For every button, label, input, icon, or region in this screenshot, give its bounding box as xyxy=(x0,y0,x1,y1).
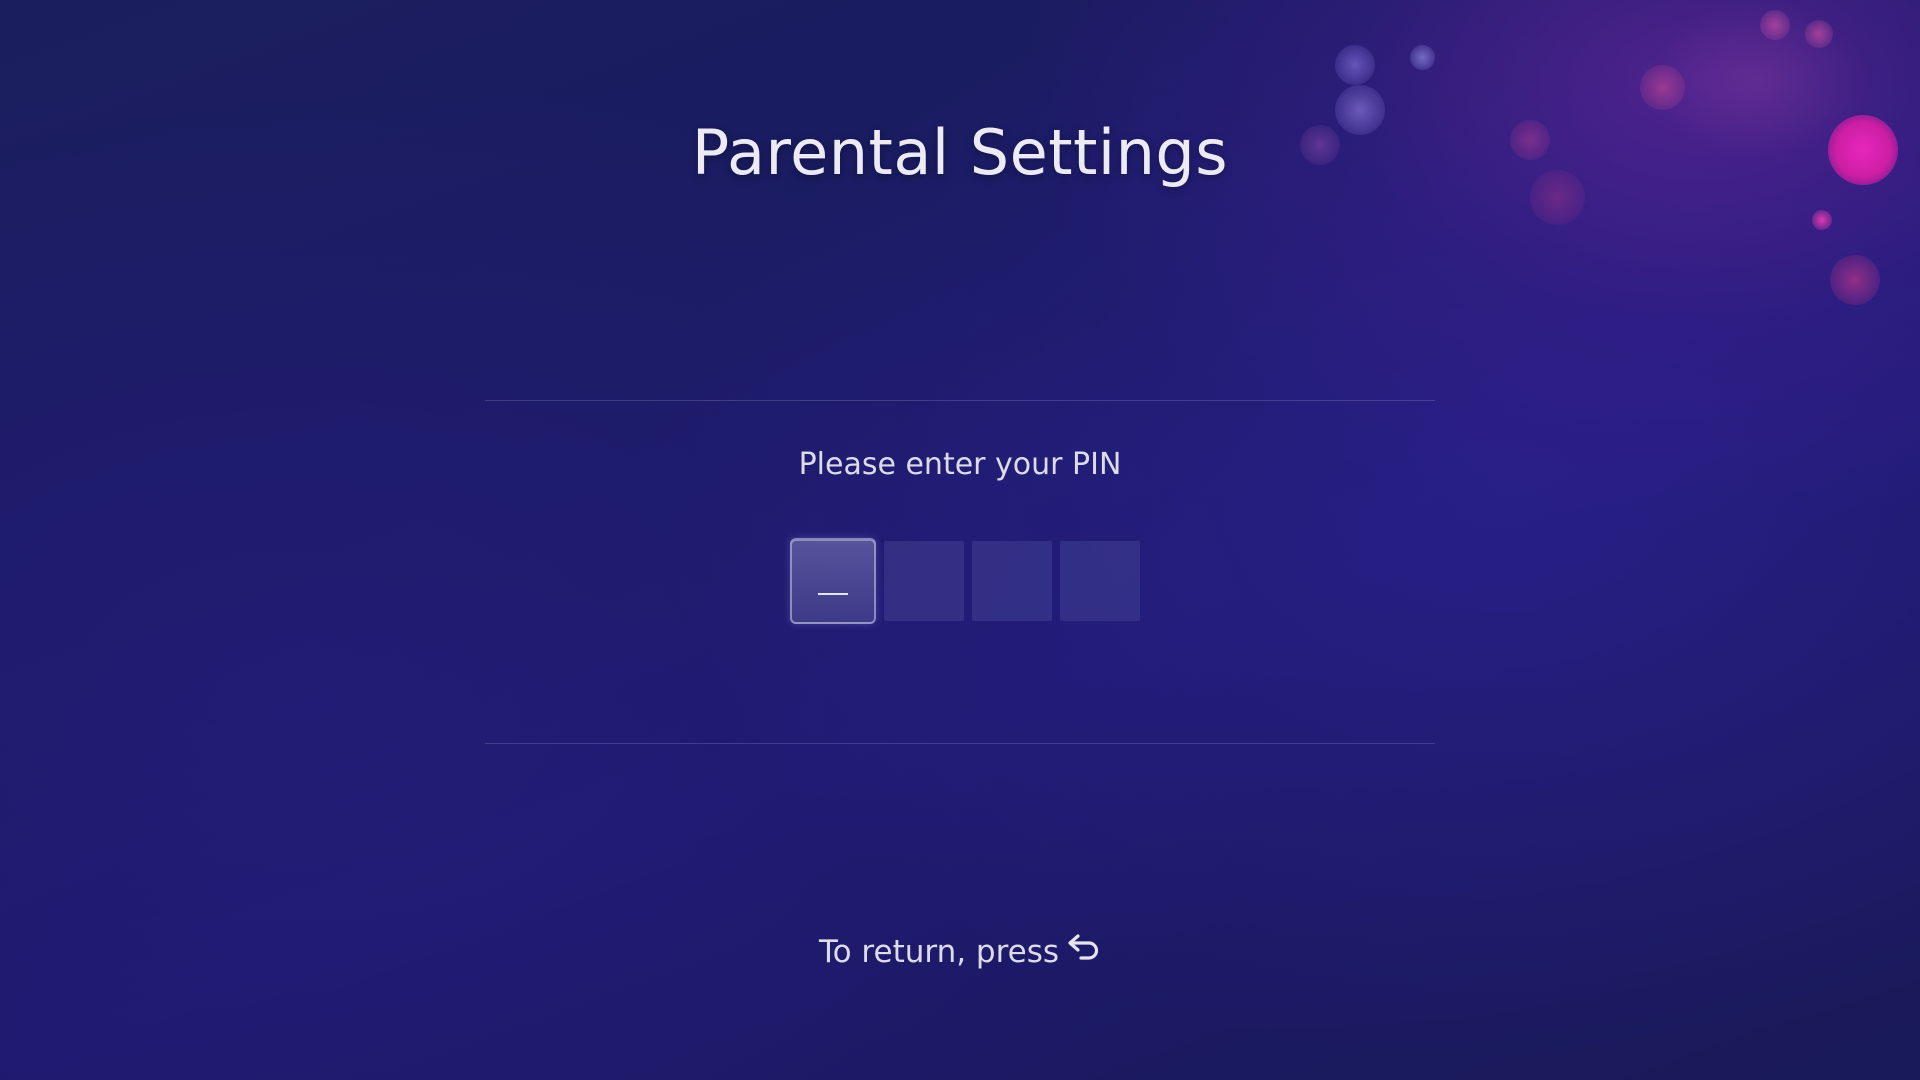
bokeh-light xyxy=(1805,20,1833,48)
return-hint-text: To return, press xyxy=(818,934,1060,970)
back-arrow-icon xyxy=(1067,933,1101,969)
divider xyxy=(485,743,1435,744)
pin-digit-1[interactable] xyxy=(790,538,876,624)
input-cursor xyxy=(818,593,848,595)
pin-input[interactable] xyxy=(790,538,1140,624)
bokeh-light xyxy=(1410,45,1435,70)
pin-digit-4[interactable] xyxy=(1060,541,1140,621)
pin-prompt: Please enter your PIN xyxy=(798,447,1122,482)
pin-digit-3[interactable] xyxy=(972,541,1052,621)
bokeh-light xyxy=(1812,210,1832,230)
bokeh-light xyxy=(1760,10,1790,40)
bokeh-light xyxy=(1335,45,1375,85)
bokeh-light xyxy=(1640,65,1685,110)
return-hint: To return, press xyxy=(0,933,1920,972)
page-title: Parental Settings xyxy=(691,116,1229,189)
bokeh-light xyxy=(1830,255,1880,305)
divider xyxy=(485,400,1435,401)
pin-digit-2[interactable] xyxy=(884,541,964,621)
